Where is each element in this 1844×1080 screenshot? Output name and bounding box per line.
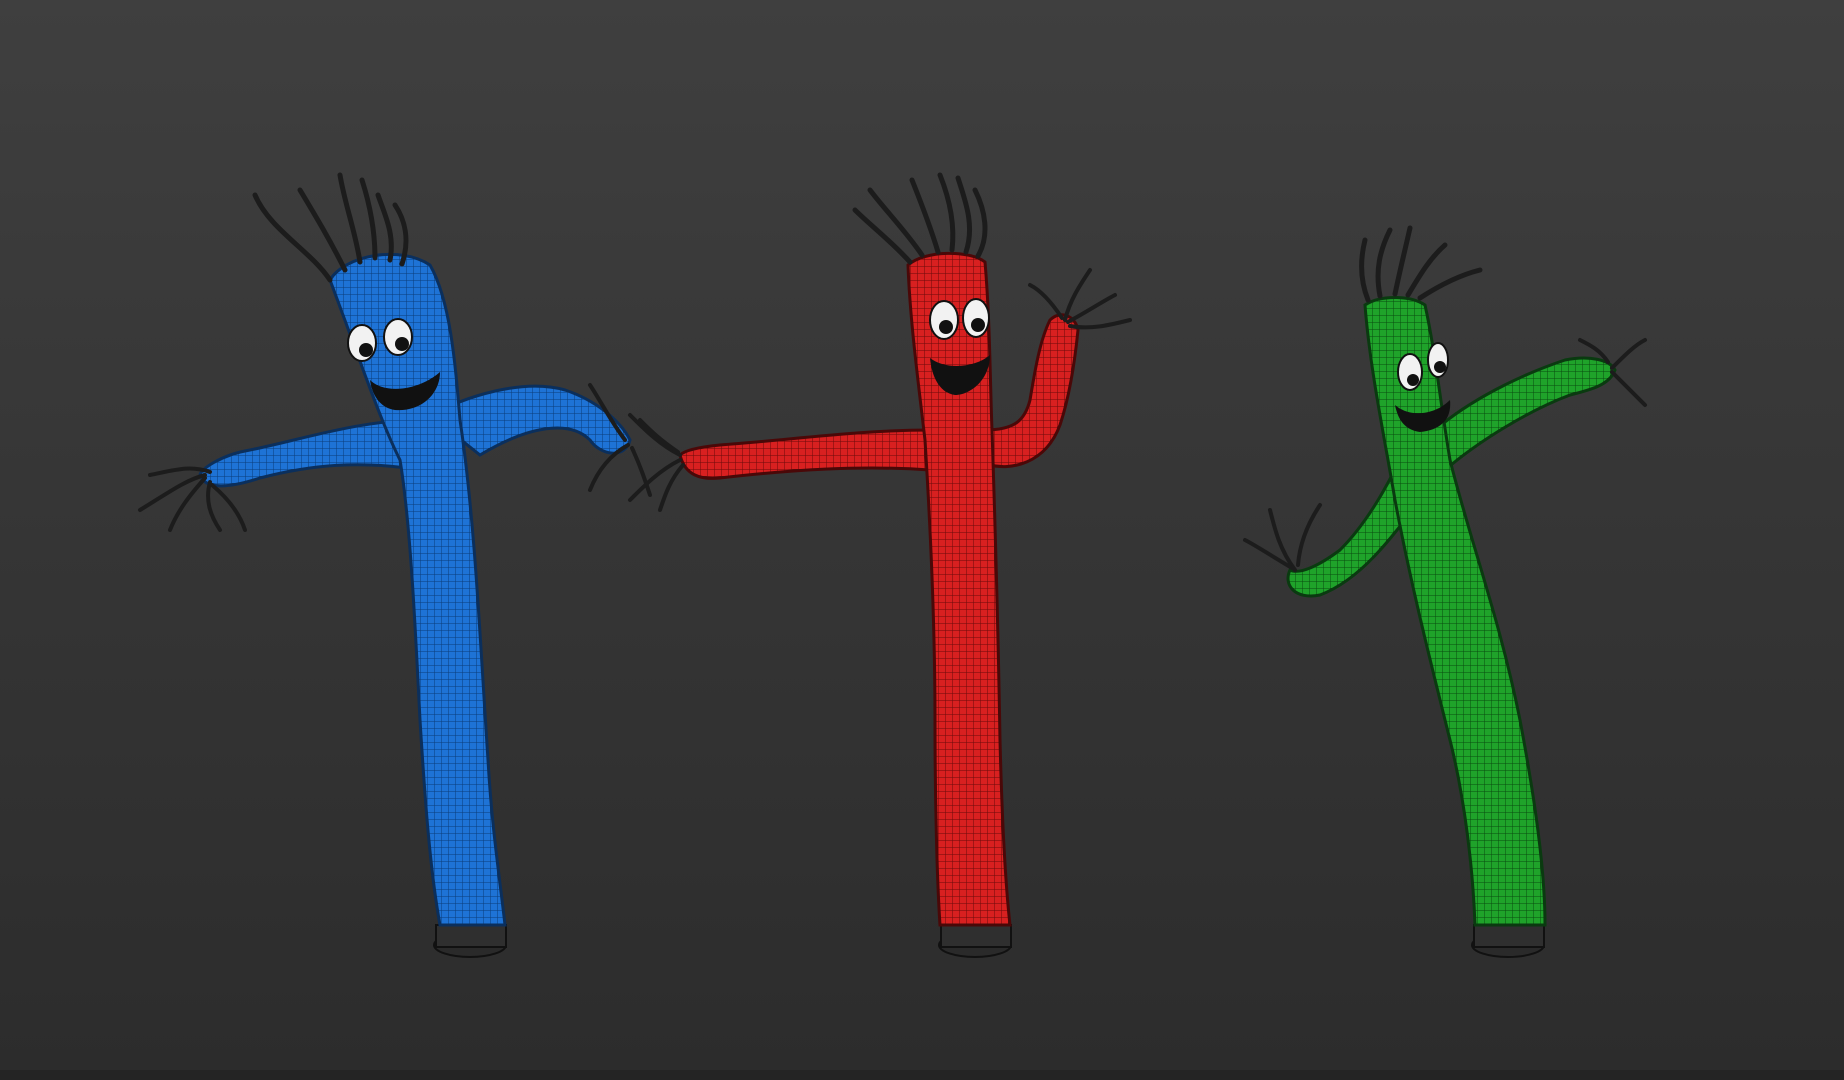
red-body [906, 251, 1012, 927]
red-left-arm [678, 428, 932, 480]
red-right-arm [983, 313, 1080, 469]
green-right-arm [1433, 356, 1617, 473]
red-base-ring [940, 924, 1012, 948]
red-head-streamers [852, 172, 988, 265]
green-base-ring [1473, 924, 1545, 948]
3d-viewport[interactable] [0, 0, 1844, 1080]
green-left-hand-streamers [1243, 503, 1322, 572]
wireframe-render-scene [138, 172, 1647, 958]
green-tube-man [1243, 225, 1647, 958]
blue-tube-man [138, 172, 652, 958]
red-right-hand-streamers [1028, 268, 1132, 330]
blue-base-ring [435, 924, 507, 948]
viewport-bottom-edge [0, 1070, 1844, 1080]
red-tube-man [628, 172, 1132, 958]
green-head-streamers [1359, 225, 1483, 303]
